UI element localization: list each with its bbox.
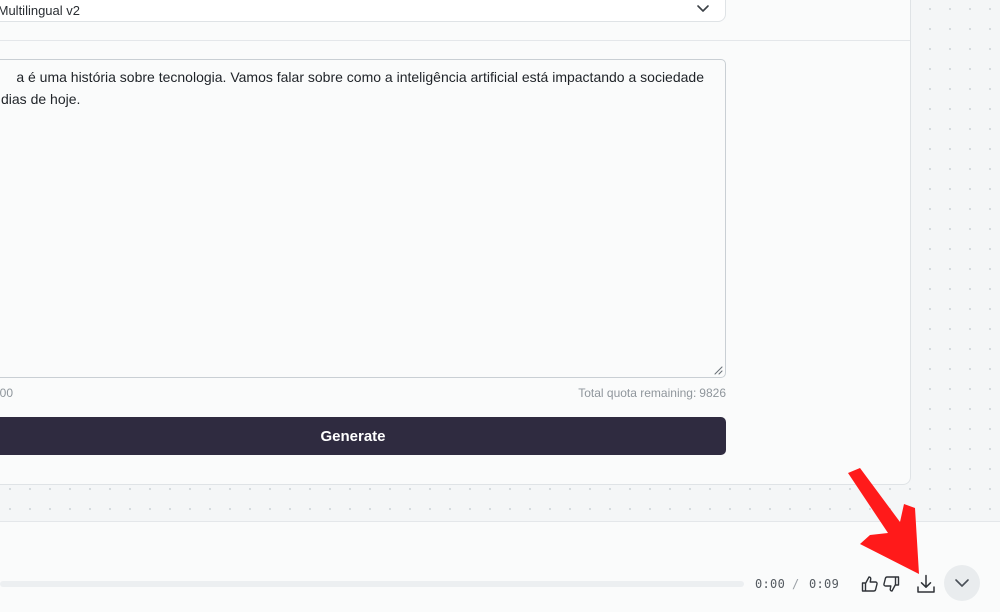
current-time: 0:00: [755, 577, 786, 591]
quota-value: 9826: [699, 386, 726, 400]
chevron-down-icon: [697, 5, 709, 12]
voice-model-select-value: en Multilingual v2: [0, 3, 80, 18]
audio-progress-bar[interactable]: [0, 581, 744, 587]
time-separator: /: [792, 577, 800, 591]
text-input-area[interactable]: a é uma história sobre tecnologia. Vamos…: [0, 59, 726, 378]
collapse-player-button[interactable]: [944, 565, 980, 601]
total-time: 0:09: [809, 577, 840, 591]
voice-model-select[interactable]: en Multilingual v2: [0, 0, 726, 22]
quota-label: Total quota remaining:: [578, 386, 697, 400]
red-arrow-pointer: [848, 468, 919, 574]
quota-remaining: Total quota remaining: 9826: [578, 386, 726, 400]
chevron-down-icon: [955, 579, 969, 587]
text-input-line-1: a é uma história sobre tecnologia. Vamos…: [16, 69, 704, 85]
generate-button[interactable]: Generate: [0, 417, 726, 455]
text-input-line-2: dias de hoje.: [1, 91, 81, 107]
resize-handle-icon[interactable]: [714, 366, 723, 375]
character-count: 500: [0, 386, 14, 400]
section-divider: [0, 40, 910, 41]
